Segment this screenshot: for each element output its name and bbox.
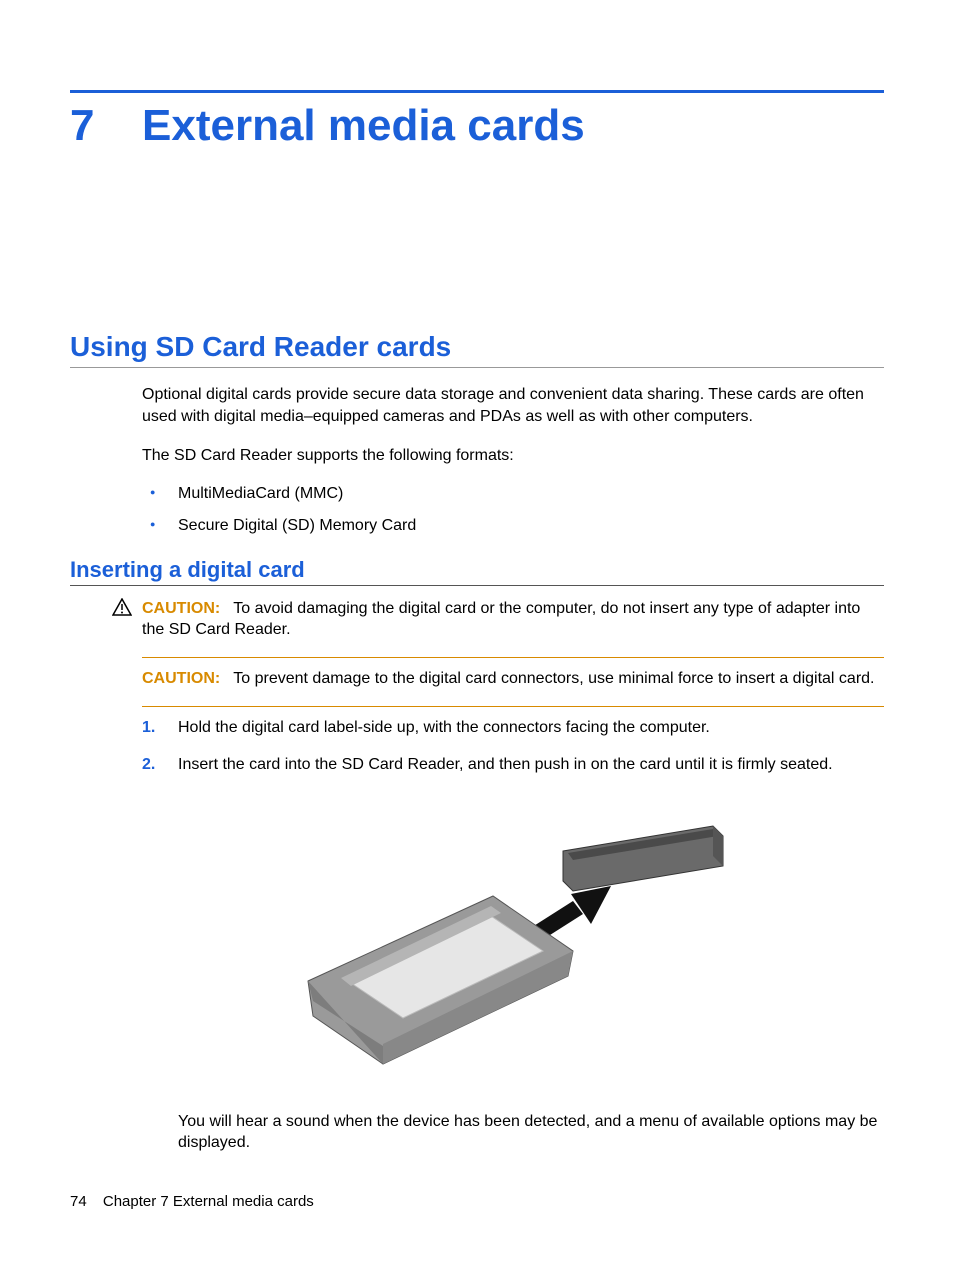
chapter-heading: 7 External media cards xyxy=(70,101,884,151)
subsection-heading: Inserting a digital card xyxy=(70,557,884,586)
step-text: Hold the digital card label-side up, wit… xyxy=(178,719,710,736)
caution-block: CAUTION: To avoid damaging the digital c… xyxy=(142,598,884,1154)
step-text: Insert the card into the SD Card Reader,… xyxy=(178,756,833,773)
caution-label: CAUTION: xyxy=(142,600,220,617)
caution-divider xyxy=(142,706,884,707)
formats-list: MultiMediaCard (MMC) Secure Digital (SD)… xyxy=(142,485,884,535)
section-body: Optional digital cards provide secure da… xyxy=(142,384,884,535)
chapter-rule xyxy=(70,90,884,93)
page-footer: 74 Chapter 7 External media cards xyxy=(70,1193,314,1210)
figure-sd-card-insert xyxy=(142,806,884,1071)
caution-divider xyxy=(142,657,884,658)
caution-text: To prevent damage to the digital card co… xyxy=(233,670,874,687)
list-item: MultiMediaCard (MMC) xyxy=(142,485,884,503)
steps-list: 1. Hold the digital card label-side up, … xyxy=(142,717,884,776)
chapter-number: 7 xyxy=(70,101,142,151)
supports-paragraph: The SD Card Reader supports the followin… xyxy=(142,445,884,467)
caution-text: To avoid damaging the digital card or th… xyxy=(142,600,860,639)
caution-2: CAUTION: To prevent damage to the digita… xyxy=(142,668,884,690)
step-number: 2. xyxy=(142,754,155,776)
section-heading: Using SD Card Reader cards xyxy=(70,331,884,368)
caution-1: CAUTION: To avoid damaging the digital c… xyxy=(142,598,884,641)
intro-paragraph: Optional digital cards provide secure da… xyxy=(142,384,884,427)
document-page: 7 External media cards Using SD Card Rea… xyxy=(0,0,954,1270)
step-number: 1. xyxy=(142,717,155,739)
chapter-title: External media cards xyxy=(142,101,585,151)
footer-chapter: Chapter 7 External media cards xyxy=(103,1193,314,1210)
step-item: 2. Insert the card into the SD Card Read… xyxy=(142,754,884,776)
caution-label: CAUTION: xyxy=(142,670,220,687)
step-item: 1. Hold the digital card label-side up, … xyxy=(142,717,884,739)
note-paragraph: You will hear a sound when the device ha… xyxy=(178,1111,884,1154)
page-number: 74 xyxy=(70,1193,87,1210)
list-item: Secure Digital (SD) Memory Card xyxy=(142,517,884,535)
caution-icon xyxy=(112,598,132,621)
